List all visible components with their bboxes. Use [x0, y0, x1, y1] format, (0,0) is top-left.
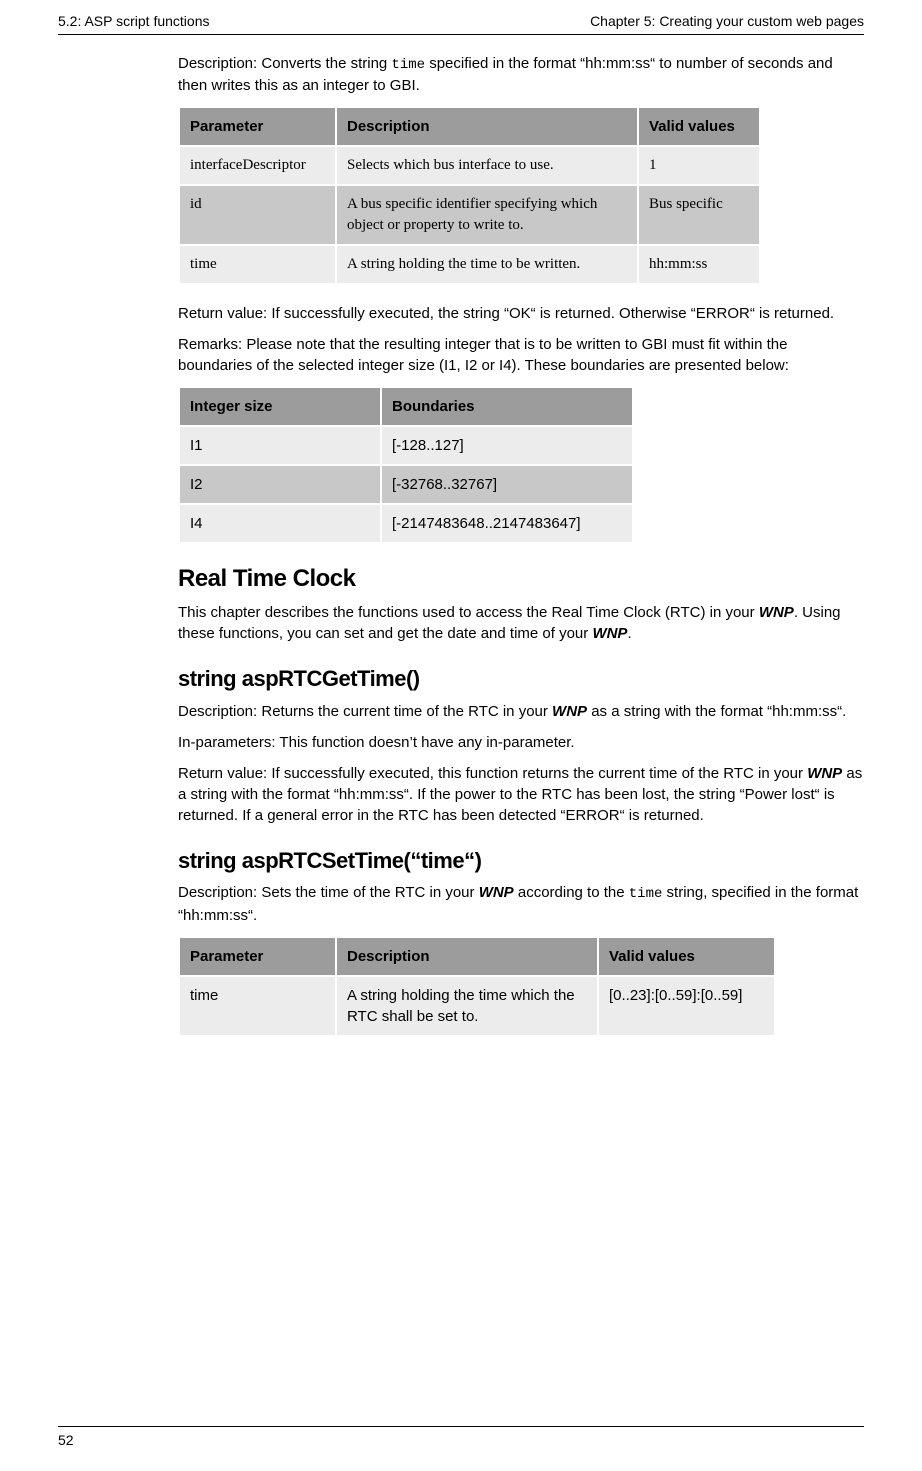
- table-header-row: Parameter Description Valid val­ues: [180, 108, 759, 145]
- page-header: 5.2: ASP script functions Chapter 5: Cre…: [58, 0, 864, 35]
- text: Description: Returns the current time of…: [178, 703, 552, 720]
- th-description: Description: [337, 938, 597, 975]
- cell: A bus specific identifier specifying whi…: [337, 186, 637, 244]
- cell: [-128..127]: [382, 427, 632, 464]
- wnp-term: WNP: [759, 604, 794, 621]
- return-value-para: Return value: If successfully executed, …: [178, 303, 864, 324]
- table-row: I4 [-2147483648..2147483647]: [180, 505, 632, 542]
- cell: time: [180, 977, 335, 1035]
- table-row: time A string holding the time which the…: [180, 977, 774, 1035]
- content-area: Description: Converts the string time sp…: [178, 53, 864, 1037]
- th-valid-values: Valid values: [599, 938, 774, 975]
- wnp-term: WNP: [479, 884, 514, 901]
- table-row: interfaceDescriptor Selects which bus in…: [180, 147, 759, 184]
- cell: hh:mm:ss: [639, 246, 759, 283]
- page-footer: 52: [58, 1426, 864, 1451]
- cell: [-2147483648..2147483647]: [382, 505, 632, 542]
- gettime-desc-para: Description: Returns the current time of…: [178, 701, 864, 722]
- table-row: id A bus specific identifier specifying …: [180, 186, 759, 244]
- th-parameter: Parameter: [180, 938, 335, 975]
- text: according to the: [514, 884, 629, 901]
- desc-code: time: [391, 57, 425, 73]
- gettime-return-para: Return value: If successfully executed, …: [178, 763, 864, 826]
- cell: Bus specific: [639, 186, 759, 244]
- text: This chapter describes the functions use…: [178, 604, 759, 621]
- header-right: Chapter 5: Creating your custom web page…: [590, 12, 864, 32]
- th-parameter: Parameter: [180, 108, 335, 145]
- remarks-para: Remarks: Please note that the resulting …: [178, 334, 864, 376]
- cell: I2: [180, 466, 380, 503]
- wnp-term: WNP: [807, 765, 842, 782]
- code: time: [629, 886, 663, 902]
- cell: I1: [180, 427, 380, 464]
- wnp-term: WNP: [592, 625, 627, 642]
- cell: [-32768..32767]: [382, 466, 632, 503]
- table-row: time A string holding the time to be wri…: [180, 246, 759, 283]
- wnp-term: WNP: [552, 703, 587, 720]
- boundaries-table: Integer size Boundaries I1 [-128..127] I…: [178, 386, 634, 544]
- cell: Selects which bus interface to use.: [337, 147, 637, 184]
- parameter-table-settime: Parameter Description Valid values time …: [178, 936, 776, 1037]
- table-row: I1 [-128..127]: [180, 427, 632, 464]
- settime-desc-para: Description: Sets the time of the RTC in…: [178, 882, 864, 926]
- rtc-intro-para: This chapter describes the functions use…: [178, 602, 864, 644]
- heading-rtc: Real Time Clock: [178, 562, 864, 596]
- table-header-row: Integer size Boundaries: [180, 388, 632, 425]
- cell: I4: [180, 505, 380, 542]
- cell: A string holding the time to be written.: [337, 246, 637, 283]
- text: as a string with the format “hh:mm:ss“.: [587, 703, 846, 720]
- th-valid-values: Valid val­ues: [639, 108, 759, 145]
- cell: [0..23]:[0..59]:[0..59]: [599, 977, 774, 1035]
- heading-gettime: string aspRTCGetTime(): [178, 664, 864, 695]
- parameter-table-1: Parameter Description Valid val­ues inte…: [178, 106, 761, 285]
- cell: id: [180, 186, 335, 244]
- th-description: Description: [337, 108, 637, 145]
- text: Description: Sets the time of the RTC in…: [178, 884, 479, 901]
- heading-settime: string aspRTCSetTime(“time“): [178, 846, 864, 877]
- table-header-row: Parameter Description Valid values: [180, 938, 774, 975]
- header-left: 5.2: ASP script functions: [58, 12, 210, 32]
- cell: time: [180, 246, 335, 283]
- th-boundaries: Boundaries: [382, 388, 632, 425]
- text: .: [627, 625, 631, 642]
- gettime-inparam-para: In-parameters: This function doesn’t hav…: [178, 732, 864, 753]
- description-para: Description: Converts the string time sp…: [178, 53, 864, 97]
- text: Return value: If successfully executed, …: [178, 765, 807, 782]
- table-row: I2 [-32768..32767]: [180, 466, 632, 503]
- page-number: 52: [58, 1432, 74, 1448]
- cell: 1: [639, 147, 759, 184]
- th-integer-size: Integer size: [180, 388, 380, 425]
- cell: interfaceDescriptor: [180, 147, 335, 184]
- desc-text-a: Description: Converts the string: [178, 55, 391, 72]
- cell: A string holding the time which the RTC …: [337, 977, 597, 1035]
